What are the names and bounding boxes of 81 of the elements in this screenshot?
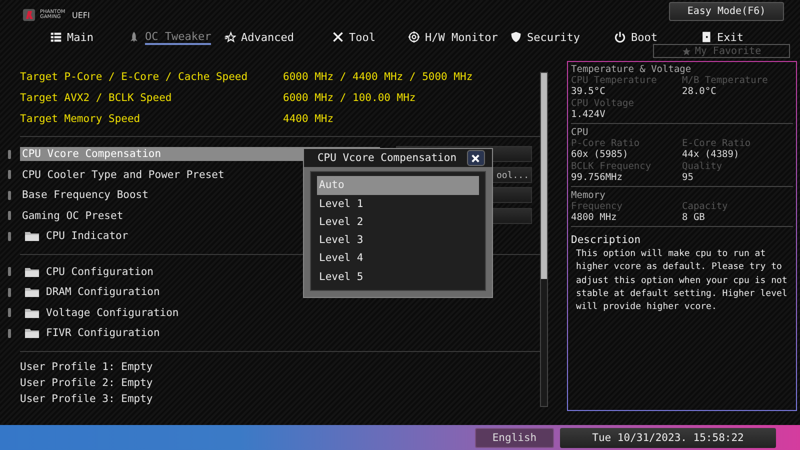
monitor-label: E-Core Ratio	[682, 138, 752, 149]
option-item[interactable]: Level 3	[317, 231, 479, 250]
bullet-icon	[8, 150, 11, 159]
bullet-icon	[8, 308, 11, 318]
submenu-item[interactable]: FIVR Configuration	[44, 326, 162, 340]
option-item[interactable]: Level 2	[317, 212, 479, 232]
date-time: Tue 10/31/2023. 15:58:22	[560, 428, 776, 448]
setting-item[interactable]: CPU Cooler Type and Power Preset	[20, 168, 226, 182]
easy-mode-button[interactable]: Easy Mode(F6)	[669, 2, 784, 21]
star-icon	[682, 46, 691, 56]
target-label: Target Memory Speed	[20, 112, 142, 124]
monitor-value: 99.756MHz	[571, 172, 624, 183]
section-title: CPU	[571, 127, 590, 138]
folder-icon	[24, 266, 40, 278]
folder-icon	[24, 286, 40, 298]
bullet-icon	[8, 170, 11, 180]
bullet-icon	[8, 288, 11, 297]
monitor-label: Frequency	[571, 201, 624, 212]
menu-tab[interactable]: Security	[508, 28, 612, 48]
target-label: Target AVX2 / BCLK Speed	[20, 92, 173, 104]
bullet-icon	[8, 190, 11, 200]
setting-item[interactable]: Base Frequency Boost	[20, 188, 150, 202]
monitor-value: 44x (4389)	[682, 149, 740, 160]
monitor-value: 1.424V	[571, 109, 606, 120]
menu-tab[interactable]: H/W Monitor	[406, 28, 508, 48]
setting-item[interactable]: Gaming OC Preset	[20, 208, 126, 223]
monitor-value: 8 GB	[682, 212, 706, 223]
folder-icon	[24, 230, 40, 242]
monitor-value: 60x (5985)	[571, 149, 630, 160]
bullet-icon	[8, 211, 11, 220]
folder-icon	[24, 327, 40, 340]
section-title: Memory	[571, 190, 606, 201]
option-item[interactable]: Level 5	[317, 268, 479, 286]
monitor-value: 95	[682, 172, 694, 183]
submenu-item[interactable]: CPU Configuration	[44, 264, 156, 279]
setting-item[interactable]: CPU Indicator	[44, 229, 130, 244]
submenu-item[interactable]: DRAM Configuration	[44, 285, 162, 300]
option-item[interactable]: Level 4	[317, 249, 479, 268]
target-value: 4400 MHz	[283, 112, 334, 124]
door-icon	[700, 31, 712, 43]
shield-icon	[510, 31, 522, 43]
close-button[interactable]	[466, 150, 485, 166]
target-label: Target P-Core / E-Core / Cache Speed	[20, 70, 249, 82]
star-icon	[224, 31, 236, 43]
rocket-icon	[128, 31, 140, 43]
bullet-icon	[8, 232, 11, 241]
monitor-label: P-Core Ratio	[571, 138, 641, 149]
option-item[interactable]: Level 1	[317, 194, 479, 213]
list-icon	[50, 31, 62, 43]
description-text: This option will make cpu to run at higher vcore as default. Please try to adjust this option when your cpu is not stable at default setting. Higher level will provide higher vcore.	[576, 248, 788, 314]
user-profile[interactable]: User Profile 3: Empty	[20, 392, 540, 406]
monitor-label: Capacity	[682, 201, 729, 212]
menu-tab[interactable]: Main	[48, 28, 126, 48]
bullet-icon	[8, 267, 11, 276]
bullet-icon	[8, 328, 11, 338]
description-title: Description	[571, 234, 642, 246]
scrollbar[interactable]	[540, 72, 548, 407]
monitor-value: 4800 MHz	[571, 212, 618, 223]
monitor-label: BCLK Frequency	[571, 161, 652, 172]
target-value: 6000 MHz / 4400 MHz / 5000 MHz	[283, 70, 473, 82]
monitor-label: CPU Temperature	[571, 75, 658, 86]
product-name: UEFI	[72, 10, 90, 20]
monitor-label: Quality	[682, 161, 724, 172]
user-profile[interactable]: User Profile 1: Empty	[20, 360, 540, 374]
language-button[interactable]: English	[475, 428, 554, 448]
target-value: 6000 MHz / 100.00 MHz	[283, 92, 416, 104]
menu-tab[interactable]: Advanced	[222, 28, 330, 48]
section-title: Temperature & Voltage	[571, 64, 692, 75]
close-icon	[471, 154, 480, 163]
target-icon	[408, 31, 420, 43]
folder-icon	[24, 306, 40, 319]
monitor-value: 28.0°C	[682, 86, 718, 97]
menu-tab[interactable]: Tool	[330, 28, 406, 48]
submenu-item[interactable]: Voltage Configuration	[44, 306, 181, 320]
menu-tab[interactable]: OC Tweaker	[126, 28, 222, 48]
power-icon	[614, 31, 626, 43]
user-profile[interactable]: User Profile 2: Empty	[20, 376, 540, 390]
monitor-label: CPU Voltage	[571, 98, 635, 109]
monitor-label: M/B Temperature	[682, 75, 769, 86]
logo-icon	[22, 8, 36, 22]
monitor-value: 39.5°C	[571, 86, 606, 97]
